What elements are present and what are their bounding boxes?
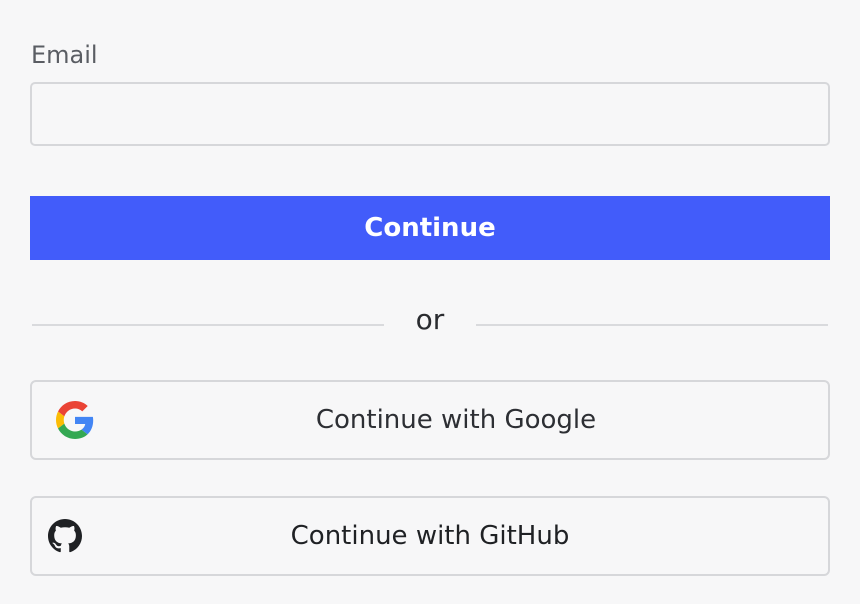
divider-line-right [476,324,828,326]
divider-line-left [32,324,384,326]
continue-button[interactable]: Continue [30,196,830,260]
google-button-label: Continue with Google [315,405,597,435]
divider-text: or [415,303,445,336]
github-button-label: Continue with GitHub [290,521,570,551]
email-field[interactable] [30,82,830,146]
continue-with-github-button[interactable]: Continue with GitHub [30,496,830,576]
email-label: Email [31,41,98,69]
continue-with-google-button[interactable]: Continue with Google [30,380,830,460]
sign-in-page: Email Continue or Continue with Google C… [0,0,860,604]
